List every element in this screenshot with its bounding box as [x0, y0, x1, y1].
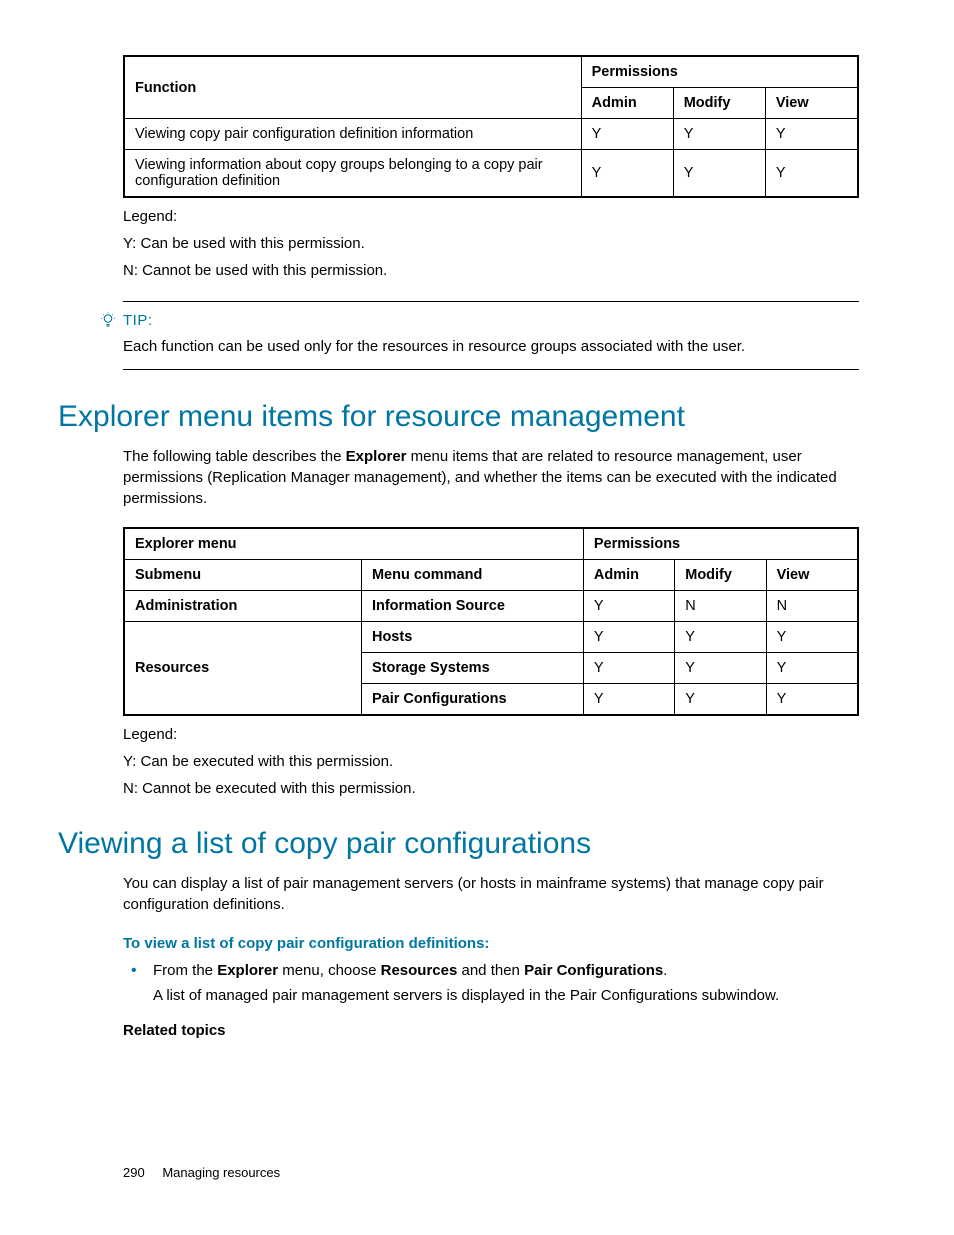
- lightbulb-icon: [99, 311, 117, 334]
- section2-intro: You can display a list of pair managemen…: [123, 873, 859, 915]
- legend-title: Legend:: [123, 208, 859, 225]
- related-topics-heading: Related topics: [123, 1022, 859, 1039]
- col-submenu: Submenu: [124, 560, 361, 591]
- procedure-result: A list of managed pair management server…: [153, 987, 859, 1004]
- col-permissions: Permissions: [583, 528, 858, 560]
- legend-y: Y: Can be executed with this permission.: [123, 753, 859, 770]
- legend-n: N: Cannot be executed with this permissi…: [123, 780, 859, 797]
- document-page: Function Permissions Admin Modify View V…: [0, 0, 954, 1235]
- section-heading-viewing: Viewing a list of copy pair configuratio…: [58, 827, 859, 861]
- col-permissions: Permissions: [581, 56, 858, 88]
- tip-text: Each function can be used only for the r…: [123, 338, 859, 355]
- col-view: View: [766, 560, 858, 591]
- legend-title: Legend:: [123, 726, 859, 743]
- table-row: Viewing information about copy groups be…: [124, 150, 858, 198]
- col-modify: Modify: [675, 560, 766, 591]
- legend-2: Legend: Y: Can be executed with this per…: [123, 726, 859, 797]
- col-admin: Admin: [583, 560, 674, 591]
- table-row: Resources Hosts Y Y Y: [124, 622, 858, 653]
- list-item: From the Explorer menu, choose Resources…: [123, 962, 859, 979]
- col-function: Function: [124, 56, 581, 119]
- section-heading-explorer: Explorer menu items for resource managem…: [58, 400, 859, 434]
- table-row: Viewing copy pair configuration definiti…: [124, 119, 858, 150]
- procedure-heading: To view a list of copy pair configuratio…: [123, 935, 859, 952]
- page-number: 290: [123, 1165, 145, 1180]
- col-view: View: [765, 88, 858, 119]
- page-footer: 290 Managing resources: [123, 1165, 280, 1180]
- tip-box: TIP: Each function can be used only for …: [123, 301, 859, 370]
- legend-1: Legend: Y: Can be used with this permiss…: [123, 208, 859, 279]
- col-admin: Admin: [581, 88, 673, 119]
- permissions-table-1: Function Permissions Admin Modify View V…: [123, 55, 859, 198]
- procedure-list: From the Explorer menu, choose Resources…: [123, 962, 859, 979]
- legend-y: Y: Can be used with this permission.: [123, 235, 859, 252]
- legend-n: N: Cannot be used with this permission.: [123, 262, 859, 279]
- col-explorer: Explorer menu: [124, 528, 583, 560]
- tip-label: TIP:: [123, 312, 153, 329]
- col-modify: Modify: [673, 88, 765, 119]
- col-command: Menu command: [361, 560, 583, 591]
- explorer-menu-table: Explorer menu Permissions Submenu Menu c…: [123, 527, 859, 716]
- table-row: Administration Information Source Y N N: [124, 591, 858, 622]
- section1-intro: The following table describes the Explor…: [123, 446, 859, 509]
- chapter-title: Managing resources: [162, 1165, 280, 1180]
